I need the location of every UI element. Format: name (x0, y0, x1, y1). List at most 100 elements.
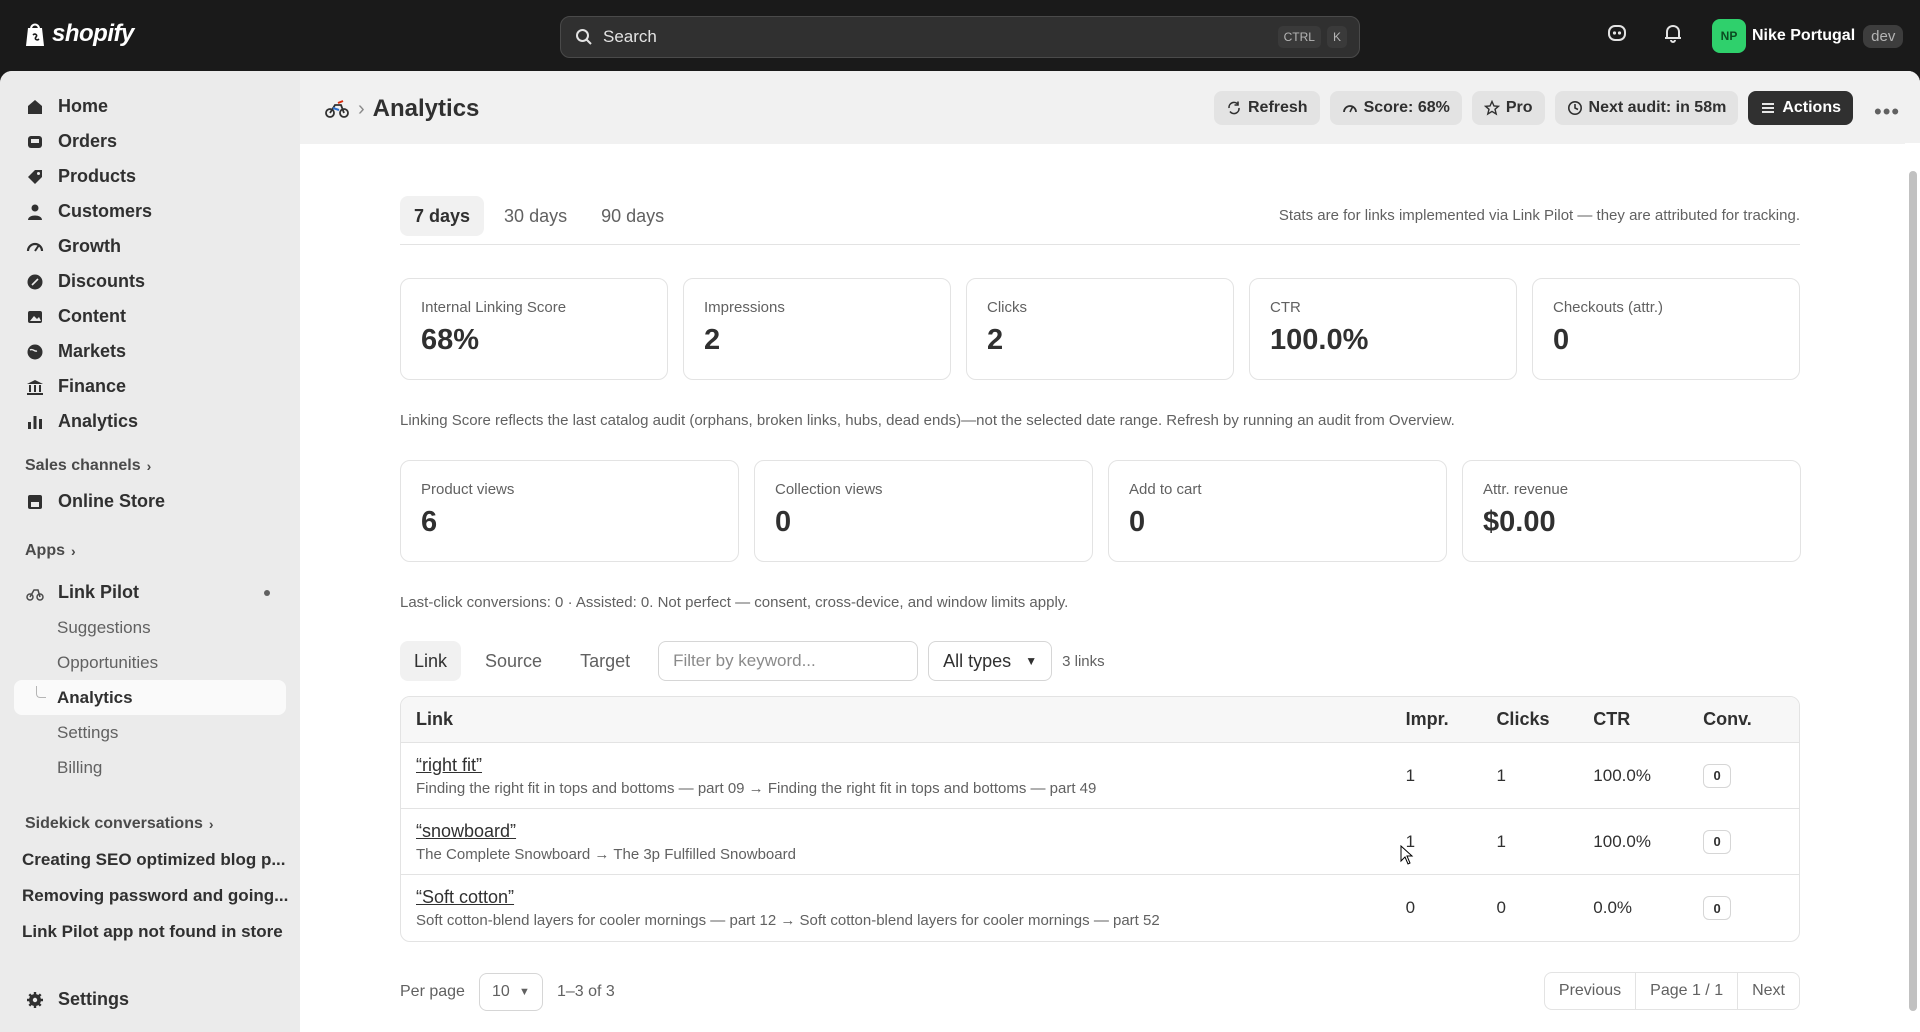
env-badge: dev (1863, 24, 1904, 48)
sidebar-item-analytics[interactable]: Analytics (0, 404, 300, 439)
sidebar-sub-label: Opportunities (57, 652, 159, 672)
refresh-button[interactable]: Refresh (1214, 91, 1320, 125)
sidebar-item-label: Content (58, 306, 126, 326)
filter-tab-source[interactable]: Source (471, 641, 556, 681)
previous-button[interactable]: Previous (1545, 972, 1637, 1010)
sidebar-item-products[interactable]: Products (0, 159, 300, 194)
tab-30-days[interactable]: 30 days (490, 196, 581, 236)
star-icon (1483, 100, 1500, 116)
sidebar-item-markets[interactable]: Markets (0, 334, 300, 369)
chevron-right-icon: › (146, 458, 152, 474)
pro-button[interactable]: Pro (1471, 91, 1545, 125)
type-select[interactable]: All types ▼ (928, 641, 1053, 681)
sales-channels-header[interactable]: Sales channels › (0, 452, 300, 480)
sidebar-item-label: Orders (58, 131, 118, 151)
store-menu[interactable]: NP Nike Portugal dev (1712, 19, 1904, 53)
per-page-select[interactable]: 10 ▼ (478, 973, 543, 1011)
score-button[interactable]: Score: 68% (1329, 91, 1462, 125)
table-row: “right fit” Finding the right fit in tops… (401, 743, 1799, 809)
conversation-item[interactable]: Link Pilot app not found in store (0, 914, 300, 950)
conversation-item[interactable]: Removing password and going... (0, 878, 300, 914)
kpi-card: Clicks 2 (966, 278, 1234, 380)
kpi-label: Add to cart (1129, 481, 1202, 498)
column-header-link[interactable]: Link (401, 709, 1406, 730)
ctr-value: 100.0% (1593, 831, 1651, 851)
sidebar: Home Orders Products Customers Growth Di… (0, 71, 300, 1032)
link-path: Finding the right fit in tops and bottom… (416, 779, 1097, 797)
sidebar-sub-label: Analytics (57, 687, 133, 707)
search-bar[interactable]: Search CTRL K (560, 16, 1360, 58)
page-header: › Analytics Refresh Score: 68% Pro Next … (300, 71, 1920, 144)
next-audit-button[interactable]: Next audit: in 58m (1554, 91, 1739, 125)
filter-tab-link[interactable]: Link (400, 641, 462, 681)
sidebar-sub-opportunities[interactable]: Opportunities (0, 645, 300, 680)
kpi-value: 0 (1129, 506, 1146, 538)
link-path: Soft cotton-blend layers for cooler morn… (416, 912, 1160, 929)
storefront-icon (28, 494, 42, 509)
home-icon (28, 99, 42, 114)
filter-tab-target[interactable]: Target (566, 641, 644, 681)
kbd-k: K (1326, 26, 1347, 48)
sidebar-item-discounts[interactable]: Discounts (0, 264, 300, 299)
sidebar-item-growth[interactable]: Growth (0, 229, 300, 264)
apps-header[interactable]: Apps › (0, 537, 300, 565)
link-path: The Complete Snowboard → The 3p Fulfille… (416, 845, 796, 863)
sidekick-label: Sidekick conversations (25, 815, 203, 832)
sidebar-item-orders[interactable]: Orders (0, 124, 300, 159)
inbox-icon (28, 135, 42, 148)
actions-label: Actions (1782, 99, 1841, 116)
kpi-label: Impressions (704, 299, 785, 316)
sidebar-item-content[interactable]: Content (0, 299, 300, 334)
sidebar-item-finance[interactable]: Finance (0, 369, 300, 404)
anchor-link[interactable]: “snowboard” (416, 821, 1406, 842)
more-actions-icon[interactable]: ••• (1874, 99, 1900, 125)
column-header-impr[interactable]: Impr. (1406, 709, 1497, 730)
stats-note: Stats are for links implemented via Link… (1278, 207, 1800, 224)
chevron-down-icon: ▼ (519, 986, 530, 998)
sidebar-sub-analytics[interactable]: Analytics (14, 680, 286, 715)
kpi-value: 2 (987, 324, 1004, 356)
score-caption: Linking Score reflects the last catalog … (400, 412, 1455, 429)
app-shell: Home Orders Products Customers Growth Di… (0, 71, 1920, 1032)
anchor-link[interactable]: “Soft cotton” (416, 887, 1406, 908)
links-count: 3 links (1062, 652, 1105, 670)
next-button[interactable]: Next (1737, 972, 1799, 1010)
image-icon (28, 310, 42, 323)
sidekick-icon[interactable] (1606, 22, 1628, 44)
sidebar-item-label: Markets (58, 341, 127, 361)
sales-channels-label: Sales channels (25, 457, 141, 474)
column-header-ctr[interactable]: CTR (1593, 709, 1703, 730)
actions-button[interactable]: Actions (1748, 91, 1853, 125)
globe-icon (27, 344, 43, 359)
store-name: Nike Portugal (1752, 27, 1856, 44)
column-header-conv[interactable]: Conv. (1703, 709, 1799, 730)
sidebar-sub-settings[interactable]: Settings (0, 715, 300, 750)
bank-icon (27, 379, 43, 395)
anchor-link[interactable]: “right fit” (416, 755, 1406, 776)
kpi-value: 100.0% (1270, 324, 1369, 356)
sidebar-sub-suggestions[interactable]: Suggestions (0, 610, 300, 645)
bell-icon[interactable] (1662, 22, 1684, 44)
tab-90-days[interactable]: 90 days (587, 196, 678, 236)
shopify-logo[interactable]: shopify (24, 20, 134, 48)
refresh-label: Refresh (1248, 99, 1308, 116)
link-pilot-icon[interactable] (324, 98, 350, 120)
scrollbar-thumb[interactable] (1909, 171, 1917, 1011)
sidebar-item-home[interactable]: Home (0, 89, 300, 124)
sidebar-item-customers[interactable]: Customers (0, 194, 300, 229)
ctr-value: 100.0% (1593, 765, 1651, 785)
sidebar-item-online-store[interactable]: Online Store (0, 484, 300, 519)
score-label: Score: 68% (1363, 99, 1450, 116)
sidebar-item-link-pilot[interactable]: Link Pilot (0, 575, 300, 610)
conversation-item[interactable]: Creating SEO optimized blog p... (0, 842, 300, 878)
tab-7-days[interactable]: 7 days (400, 196, 485, 236)
kpi-card: Attr. revenue $0.00 (1462, 460, 1801, 562)
sidebar-item-settings[interactable]: Settings (0, 982, 300, 1017)
gauge-icon (1342, 105, 1357, 113)
date-range-tabs: 7 days 30 days 90 days (400, 196, 678, 236)
column-header-clicks[interactable]: Clicks (1496, 709, 1593, 730)
keyword-filter-input[interactable]: Filter by keyword... (658, 641, 919, 681)
sidekick-header[interactable]: Sidekick conversations › (0, 810, 300, 838)
sidebar-sub-billing[interactable]: Billing (0, 750, 300, 785)
pro-label: Pro (1505, 99, 1533, 116)
